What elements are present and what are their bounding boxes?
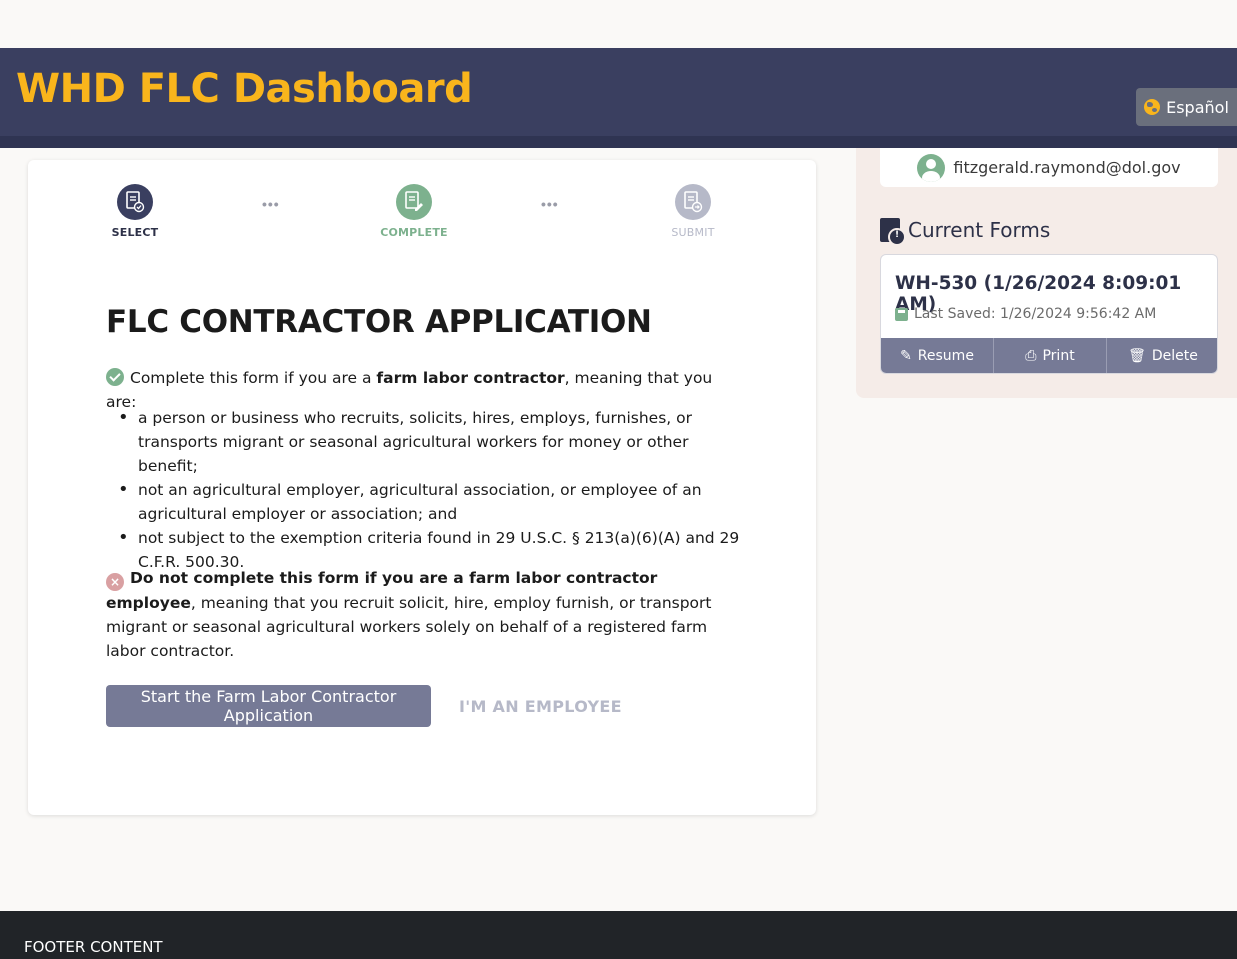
site-footer [0,911,1237,959]
header-strip [0,136,1237,148]
language-label: Español [1166,97,1229,117]
step-label-complete: COMPLETE [380,226,448,239]
im-an-employee-button[interactable]: I'M AN EMPLOYEE [459,697,622,716]
delete-button[interactable]: 🗑 Delete [1107,338,1217,373]
document-send-icon [675,184,711,220]
globe-icon [1144,99,1161,115]
step-separator: ••• [262,196,280,212]
trash-icon: 🗑 [1128,348,1146,364]
footer-text: FOOTER CONTENT [24,938,163,956]
language-toggle-button[interactable]: Español [1136,88,1237,126]
warning-text: × Do not complete this form if you are a … [106,569,712,660]
step-select: SELECT [95,184,175,239]
app-title: WHD FLC Dashboard [16,66,473,112]
last-saved: Last Saved: 1/26/2024 9:56:42 AM [895,306,1156,322]
current-forms-heading: Current Forms [880,218,1050,246]
save-icon [895,307,908,321]
list-item: a person or business who recruits, solic… [118,406,748,478]
print-button[interactable]: ⎙ Print [994,338,1107,373]
printer-icon: ⎙ [1025,348,1037,364]
page-title: FLC CONTRACTOR APPLICATION [106,304,652,340]
pencil-icon: ✎ [900,348,912,364]
form-card: WH-530 (1/26/2024 8:09:01 AM) Last Saved… [880,254,1218,374]
list-item: not an agricultural employer, agricultur… [118,478,748,526]
step-separator: ••• [541,196,559,212]
document-check-icon [117,184,153,220]
step-label-submit: SUBMIT [671,226,715,239]
resume-button[interactable]: ✎ Resume [881,338,994,373]
start-application-button[interactable]: Start the Farm Labor Contractor Applicat… [106,685,431,727]
document-edit-icon [396,184,432,220]
step-complete: COMPLETE [374,184,454,239]
step-label-select: SELECT [111,226,159,239]
criteria-list: a person or business who recruits, solic… [118,406,748,574]
file-alert-icon [880,218,906,246]
user-info: fitzgerald.raymond@dol.gov [880,148,1218,187]
user-email: fitzgerald.raymond@dol.gov [953,158,1181,177]
form-actions: ✎ Resume ⎙ Print 🗑 Delete [881,338,1217,373]
user-avatar-icon [917,153,946,182]
x-circle-icon: × [106,573,124,591]
check-circle-icon [106,368,124,386]
step-submit: SUBMIT [653,184,733,239]
